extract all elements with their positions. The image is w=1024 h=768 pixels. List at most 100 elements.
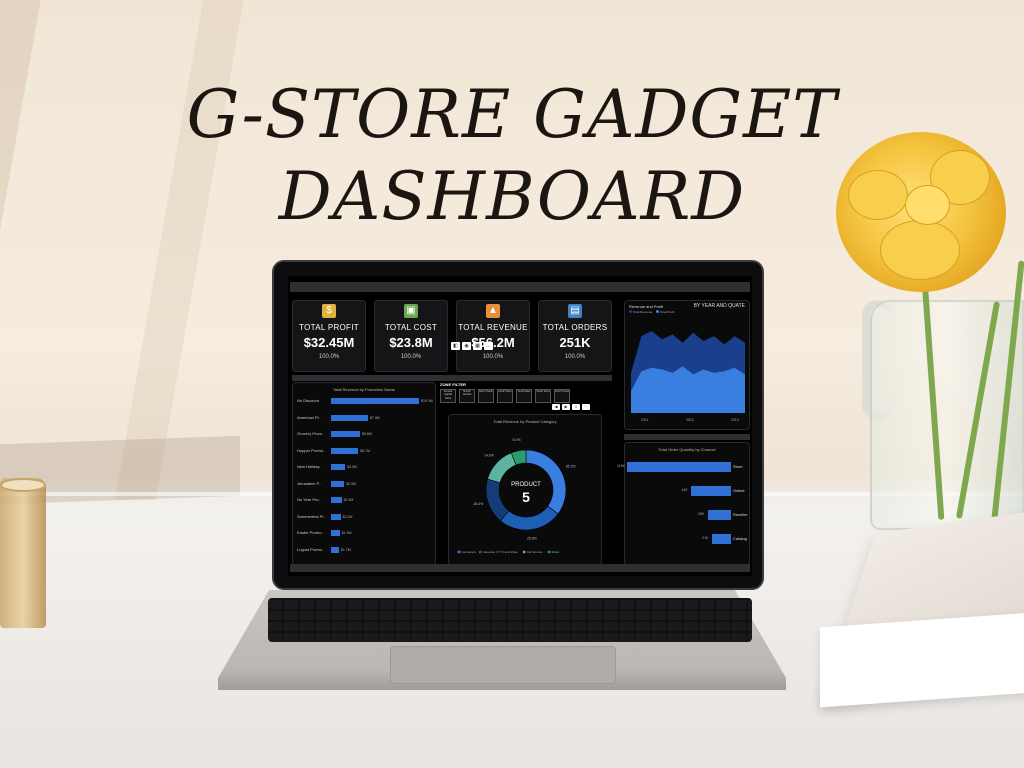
kpi-card-total-profit[interactable]: $ TOTAL PROFIT $32.45M 100.0%	[292, 300, 366, 372]
promotion-bar-row[interactable]: Grocery Prom.. $5.8M	[297, 430, 437, 439]
kpi-card-total-orders[interactable]: ▤ TOTAL ORDERS 251K 100.0%	[538, 300, 612, 372]
donut-center-label: PRODUCT	[511, 482, 541, 488]
channel-bar-row[interactable]: 26K Reseller	[627, 509, 748, 521]
filter-control-button[interactable]: ⇩	[572, 404, 580, 410]
kpi-percent: 100.0%	[482, 354, 504, 360]
bar-category-label: No Year Pro..	[297, 497, 321, 502]
bar-value-label: 21K	[702, 536, 709, 540]
channel-quantity-panel[interactable]: Total Order Quantity by Channel 115K Stor…	[617, 442, 750, 566]
visual-control-button[interactable]: ◉	[462, 342, 471, 350]
panel-title: Total Revenue by Promotion Name	[332, 387, 396, 392]
filter-control-button[interactable]: ▶	[562, 404, 570, 410]
bar-value-label: $7.9M	[369, 415, 380, 420]
filter-control-button[interactable]: ◀	[552, 404, 560, 410]
promotion-bar-row[interactable]: American Pr.. $7.9M	[297, 414, 437, 423]
revenue-profit-panel[interactable]: Revenue and Profit BY YEAR AND QUATE Tot…	[624, 300, 750, 430]
legend-label: Cameras	[483, 550, 496, 554]
notebook	[820, 612, 1024, 708]
bar-value-label: $19.3M	[421, 399, 433, 403]
panel-title: Total Revenue by Product Category	[493, 419, 557, 424]
dashboard-header-bar	[290, 282, 750, 292]
promotion-revenue-panel[interactable]: Total Revenue by Promotion Name No Disco…	[292, 382, 436, 566]
promotion-bar-row[interactable]: Jerusalem P.. $2.9M	[297, 480, 437, 489]
bar	[331, 546, 339, 553]
kpi-percent: 100.0%	[318, 354, 340, 360]
donut-slice[interactable]	[485, 478, 510, 522]
filter-control-button[interactable]: ⋯	[582, 404, 590, 410]
kpi-label: TOTAL ORDERS	[542, 323, 608, 332]
candle-glass	[0, 478, 46, 628]
zone-filter-option[interactable]: South West	[535, 389, 551, 403]
zone-filter-option[interactable]: South East	[516, 389, 532, 403]
bar	[712, 534, 731, 544]
panel-title: Total Order Quantity by Channel	[658, 447, 716, 452]
growth-chart-icon: ▲	[486, 304, 500, 318]
legend-swatch	[457, 550, 461, 554]
bar-category-label: Summerfest Pr..	[297, 513, 326, 519]
product-revenue-panel[interactable]: Total Revenue by Product Category 35.2% 2…	[448, 414, 602, 566]
bar	[331, 513, 341, 520]
bar	[627, 462, 731, 472]
legend-label: TV and Video	[500, 550, 518, 554]
product-donut-chart: 35.2% 25.8% 18.4% 14.6% 6.0% PRODUCT 5 Compu…	[457, 438, 576, 554]
visual-control-button[interactable]: ◧	[451, 342, 460, 350]
channel-bar-row[interactable]: 21K Catalog	[627, 533, 747, 545]
panel-subtitle: BY YEAR AND QUATE	[693, 303, 745, 309]
bar-category-label: American Pr..	[297, 414, 322, 420]
kpi-percent: 100.0%	[564, 354, 586, 360]
bar-category-label: Lugust Promo..	[297, 546, 325, 552]
visual-control-button[interactable]: ▦	[473, 342, 482, 350]
bar-category-label: Hopper Promo..	[297, 447, 326, 453]
kpi-label: TOTAL REVENUE	[458, 323, 528, 332]
donut-slice-label: 25.8%	[527, 537, 537, 541]
promotion-bar-row[interactable]: No Year Pro.. $2.3M	[297, 496, 437, 505]
donut-slice-label: 35.2%	[566, 465, 576, 469]
kpi-card-total-cost[interactable]: ▣ TOTAL COST $23.8M 100.0%	[374, 300, 448, 372]
rose-petal	[880, 220, 960, 280]
channel-bar-row[interactable]: 115K Store	[617, 461, 747, 473]
promotion-bar-row[interactable]: New Holiday.. $3.0M	[297, 463, 437, 472]
visual-control-button[interactable]: …	[484, 342, 493, 350]
bar-category-label: Store	[733, 464, 743, 469]
bar-value-label: $2.3M	[343, 498, 354, 502]
kpi-value: 251K	[559, 335, 591, 350]
zone-filter-option[interactable]: North West	[497, 389, 513, 403]
bar-value-label: 26K	[698, 512, 705, 516]
legend-swatch	[496, 550, 499, 554]
headline-line-1: G-STORE GADGET	[186, 76, 838, 153]
bar-category-label: Grocery Prom..	[297, 431, 325, 436]
legend-label: Cell phones	[527, 550, 543, 554]
candle-glass-rim	[0, 478, 46, 492]
promotion-bar-row[interactable]: Summerfest Pr.. $2.0M	[297, 513, 437, 522]
promotion-bar-row[interactable]: Easter Promo.. $1.9M	[297, 529, 437, 538]
bar	[331, 464, 346, 470]
divider	[292, 375, 612, 381]
kpi-label: TOTAL COST	[384, 323, 438, 332]
bar-category-label: Online	[733, 488, 745, 493]
bar-category-label: New Holiday..	[297, 464, 322, 469]
promotion-bar-row[interactable]: No Discount $19.3M	[297, 397, 437, 406]
bar	[331, 480, 345, 487]
zone-filter-option[interactable]: Central Capital Surfs	[440, 389, 456, 403]
channel-bar-row[interactable]: 44K Online	[627, 485, 747, 497]
kpi-value: $23.8M	[389, 335, 433, 350]
dashboard: $ TOTAL PROFIT $32.45M 100.0% ▣ TOTAL CO…	[288, 276, 752, 576]
promotion-bar-row[interactable]: Hopper Promo.. $5.7M	[297, 447, 437, 456]
kpi-card-total-revenue[interactable]: ▲ TOTAL REVENUE $56.2M 100.0% ◧ ◉ ▦ …	[451, 300, 530, 372]
zone-filter[interactable]: ZONE FILTER Central Capital Surfs Nordic …	[440, 382, 610, 412]
donut-slice-label: 14.6%	[484, 453, 494, 457]
promotion-bar-row[interactable]: Lugust Promo.. $1.7M	[297, 546, 437, 555]
bar-category-label: No Discount	[297, 398, 319, 403]
legend-label: Computers	[462, 550, 477, 554]
bar-value-label: $5.8M	[362, 432, 372, 436]
zone-filter-option[interactable]: North Texas	[554, 389, 570, 403]
wallet-icon: ▣	[404, 304, 418, 318]
zone-filter-option[interactable]: Nordic Central	[459, 389, 475, 403]
donut-slice[interactable]	[500, 505, 559, 531]
coins-icon: $	[322, 304, 336, 318]
kpi-label: TOTAL PROFIT	[299, 323, 359, 332]
donut-center-value: 5	[522, 489, 530, 505]
bar-category-label: Reseller	[733, 512, 748, 517]
zone-filter-option[interactable]: North South	[478, 389, 494, 403]
donut-slice-label: 18.4%	[473, 502, 483, 506]
